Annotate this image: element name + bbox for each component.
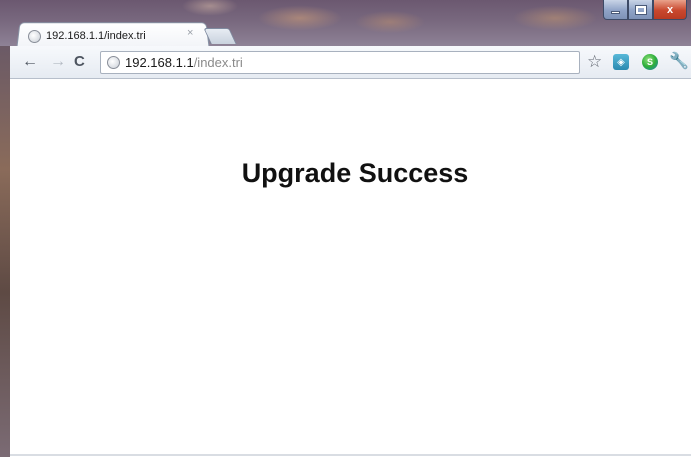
back-button[interactable]: ←	[22, 53, 38, 71]
url-text: 192.168.1.1/index.tri	[125, 55, 243, 71]
globe-icon	[28, 29, 41, 43]
page-content: Upgrade Success	[10, 80, 691, 457]
url-path: /index.tri	[193, 55, 243, 70]
address-bar[interactable]: 192.168.1.1/index.tri	[100, 51, 580, 74]
maximize-button[interactable]	[628, 0, 653, 20]
reload-button[interactable]: C	[74, 53, 85, 71]
forward-button[interactable]: →	[50, 53, 66, 71]
window-controls: x	[603, 0, 687, 22]
divider	[10, 454, 691, 456]
wrench-menu-button[interactable]: 🔧	[669, 52, 689, 72]
browser-window: 192.168.1.1/index.tri × x ← → C 192.168.…	[0, 0, 691, 457]
window-border	[0, 46, 10, 457]
extension-icon[interactable]: S	[642, 54, 658, 70]
tab-close-button[interactable]: ×	[187, 27, 193, 39]
minimize-button[interactable]	[603, 0, 628, 20]
maximize-icon	[634, 4, 647, 15]
tab-label-group: 192.168.1.1/index.tri	[28, 27, 186, 45]
close-window-button[interactable]: x	[653, 0, 687, 20]
minimize-icon	[611, 11, 620, 14]
page-heading: Upgrade Success	[241, 158, 469, 188]
extension-icon[interactable]: ◈	[613, 54, 629, 70]
globe-icon	[107, 56, 120, 69]
close-icon: x	[666, 3, 674, 16]
tab-title: 192.168.1.1/index.tri	[46, 30, 146, 42]
browser-toolbar: ← → C 192.168.1.1/index.tri ☆ ◈ S 🔧	[10, 46, 691, 79]
bookmark-star-button[interactable]: ☆	[587, 52, 602, 72]
url-host: 192.168.1.1	[125, 55, 194, 70]
